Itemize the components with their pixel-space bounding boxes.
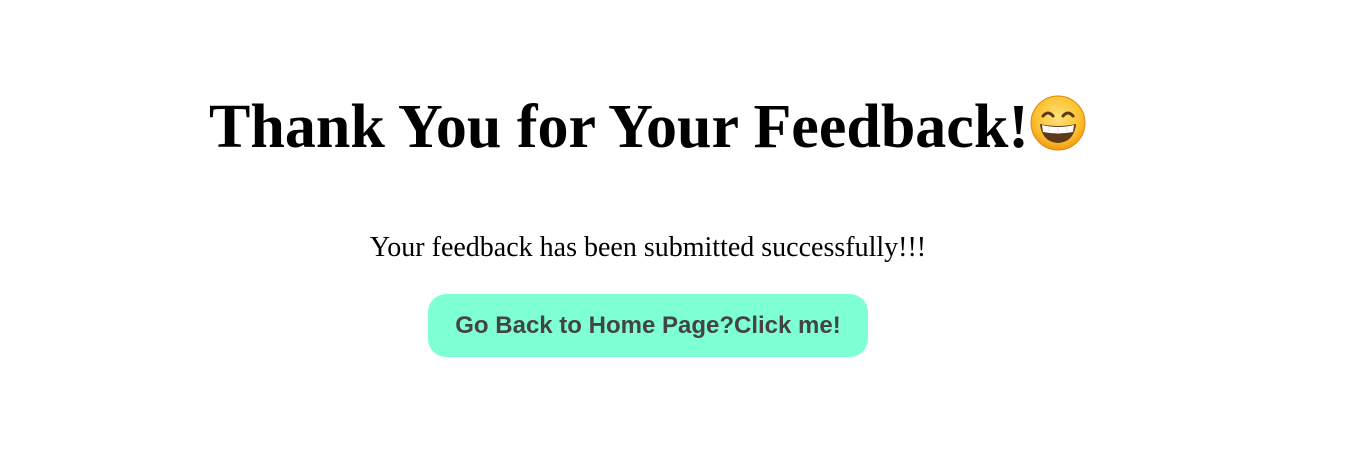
page-title: Thank You for Your Feedback! — [209, 93, 1029, 161]
success-message: Your feedback has been submitted success… — [369, 232, 927, 263]
grinning-face-icon — [1029, 94, 1087, 152]
heading-row: Thank You for Your Feedback! — [0, 92, 1296, 162]
go-back-home-button[interactable]: Go Back to Home Page?Click me! — [428, 294, 868, 357]
